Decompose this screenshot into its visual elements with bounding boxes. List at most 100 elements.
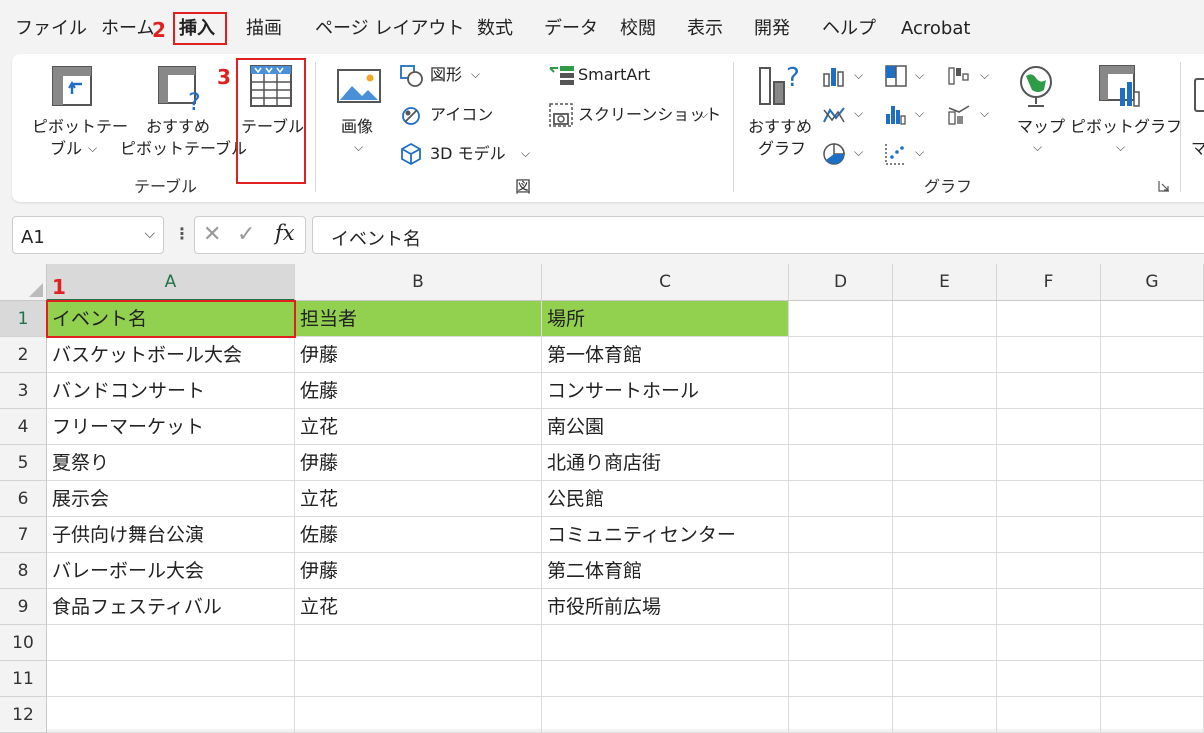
- table-cell[interactable]: [47, 661, 295, 697]
- cancel-icon[interactable]: ✕: [203, 222, 221, 247]
- tab-acrobat[interactable]: Acrobat: [901, 17, 970, 41]
- table-cell[interactable]: [1101, 445, 1204, 481]
- table-cell[interactable]: [789, 373, 893, 409]
- confirm-icon[interactable]: ✓: [237, 222, 255, 247]
- table-cell[interactable]: コミュニティセンター: [542, 517, 789, 553]
- recommended-chart-label-2[interactable]: グラフ: [758, 138, 806, 160]
- table-cell[interactable]: [893, 517, 997, 553]
- row-header[interactable]: 12: [0, 697, 47, 733]
- icons-label[interactable]: アイコン: [430, 104, 493, 126]
- column-header-d[interactable]: D: [789, 264, 893, 301]
- recommended-pivot-label-2[interactable]: ピボットテーブル: [120, 138, 247, 160]
- map-label[interactable]: マップ: [1017, 116, 1065, 138]
- tab-formulas[interactable]: 数式: [477, 17, 513, 41]
- table-cell[interactable]: [47, 697, 295, 733]
- pivot-table-label-2[interactable]: ブル: [50, 138, 82, 160]
- table-cell[interactable]: [997, 409, 1101, 445]
- table-cell[interactable]: 担当者: [295, 301, 542, 337]
- tab-help[interactable]: ヘルプ: [822, 17, 876, 41]
- waterfall-chart-icon[interactable]: [947, 64, 973, 88]
- table-cell[interactable]: [997, 697, 1101, 733]
- tab-developer[interactable]: 開発: [754, 17, 790, 41]
- table-cell[interactable]: [542, 625, 789, 661]
- combo-chart-icon[interactable]: [947, 104, 973, 126]
- table-cell[interactable]: [789, 697, 893, 733]
- table-cell[interactable]: [789, 409, 893, 445]
- table-cell[interactable]: [1101, 697, 1204, 733]
- table-cell[interactable]: バスケットボール大会: [47, 337, 295, 373]
- table-cell[interactable]: [789, 301, 893, 337]
- table-cell[interactable]: [1101, 301, 1204, 337]
- table-cell[interactable]: [789, 625, 893, 661]
- pivot-chart-label[interactable]: ピボットグラフ: [1070, 116, 1182, 138]
- table-cell[interactable]: 北通り商店街: [542, 445, 789, 481]
- table-cell[interactable]: 場所: [542, 301, 789, 337]
- table-cell[interactable]: [997, 625, 1101, 661]
- name-box[interactable]: A1 ⌵: [12, 216, 164, 254]
- table-cell[interactable]: [1101, 625, 1204, 661]
- table-cell[interactable]: [893, 553, 997, 589]
- table-cell[interactable]: [789, 517, 893, 553]
- table-cell[interactable]: [1101, 553, 1204, 589]
- table-cell[interactable]: [997, 337, 1101, 373]
- column-header-a[interactable]: A: [47, 264, 295, 301]
- table-cell[interactable]: [893, 301, 997, 337]
- table-cell[interactable]: [1101, 517, 1204, 553]
- table-cell[interactable]: 食品フェスティバル: [47, 589, 295, 625]
- row-header[interactable]: 6: [0, 481, 47, 517]
- table-cell[interactable]: 子供向け舞台公演: [47, 517, 295, 553]
- row-header[interactable]: 7: [0, 517, 47, 553]
- tab-data[interactable]: データ: [544, 17, 598, 41]
- table-cell[interactable]: 伊藤: [295, 337, 542, 373]
- statistic-chart-icon[interactable]: [884, 104, 908, 126]
- select-all-corner[interactable]: [0, 264, 47, 301]
- table-cell[interactable]: [893, 589, 997, 625]
- recommended-chart-label-1[interactable]: おすすめ: [748, 116, 812, 138]
- table-cell[interactable]: 佐藤: [295, 373, 542, 409]
- table-cell[interactable]: [1101, 481, 1204, 517]
- tab-review[interactable]: 校閲: [620, 17, 656, 41]
- table-cell[interactable]: [1101, 589, 1204, 625]
- table-cell[interactable]: [542, 697, 789, 733]
- row-header[interactable]: 2: [0, 337, 47, 373]
- table-cell[interactable]: [893, 625, 997, 661]
- row-header[interactable]: 8: [0, 553, 47, 589]
- table-cell[interactable]: 南公園: [542, 409, 789, 445]
- row-header[interactable]: 3: [0, 373, 47, 409]
- row-header[interactable]: 1: [0, 301, 47, 337]
- tab-home[interactable]: ホーム: [101, 17, 154, 41]
- table-cell[interactable]: 公民館: [542, 481, 789, 517]
- row-header[interactable]: 4: [0, 409, 47, 445]
- table-cell[interactable]: [789, 661, 893, 697]
- column-header-f[interactable]: F: [997, 264, 1101, 301]
- recommended-pivot-label-1[interactable]: おすすめ: [146, 116, 210, 138]
- table-cell[interactable]: [1101, 373, 1204, 409]
- table-cell[interactable]: フリーマーケット: [47, 409, 295, 445]
- table-cell[interactable]: [295, 625, 542, 661]
- column-header-g[interactable]: G: [1101, 264, 1204, 301]
- table-cell[interactable]: [997, 481, 1101, 517]
- table-cell[interactable]: バレーボール大会: [47, 553, 295, 589]
- scatter-chart-icon[interactable]: [884, 142, 908, 166]
- 3d-models-label[interactable]: 3D モデル: [430, 143, 506, 165]
- table-cell[interactable]: [997, 445, 1101, 481]
- insert-function-button[interactable]: fx: [275, 221, 295, 245]
- column-header-b[interactable]: B: [295, 264, 542, 301]
- table-cell[interactable]: [295, 697, 542, 733]
- table-cell[interactable]: [1101, 409, 1204, 445]
- row-header[interactable]: 11: [0, 661, 47, 697]
- column-chart-icon[interactable]: [822, 66, 848, 88]
- table-cell[interactable]: コンサートホール: [542, 373, 789, 409]
- tab-view[interactable]: 表示: [687, 17, 723, 41]
- table-cell[interactable]: [789, 337, 893, 373]
- table-cell[interactable]: [789, 589, 893, 625]
- pie-chart-icon[interactable]: [822, 142, 848, 166]
- table-cell[interactable]: 第二体育館: [542, 553, 789, 589]
- table-cell[interactable]: [893, 337, 997, 373]
- table-cell[interactable]: 市役所前広場: [542, 589, 789, 625]
- column-header-c[interactable]: C: [542, 264, 789, 301]
- table-cell[interactable]: [893, 481, 997, 517]
- tab-draw[interactable]: 描画: [246, 17, 282, 41]
- table-cell[interactable]: [542, 661, 789, 697]
- dialog-launcher-icon[interactable]: [1158, 180, 1170, 192]
